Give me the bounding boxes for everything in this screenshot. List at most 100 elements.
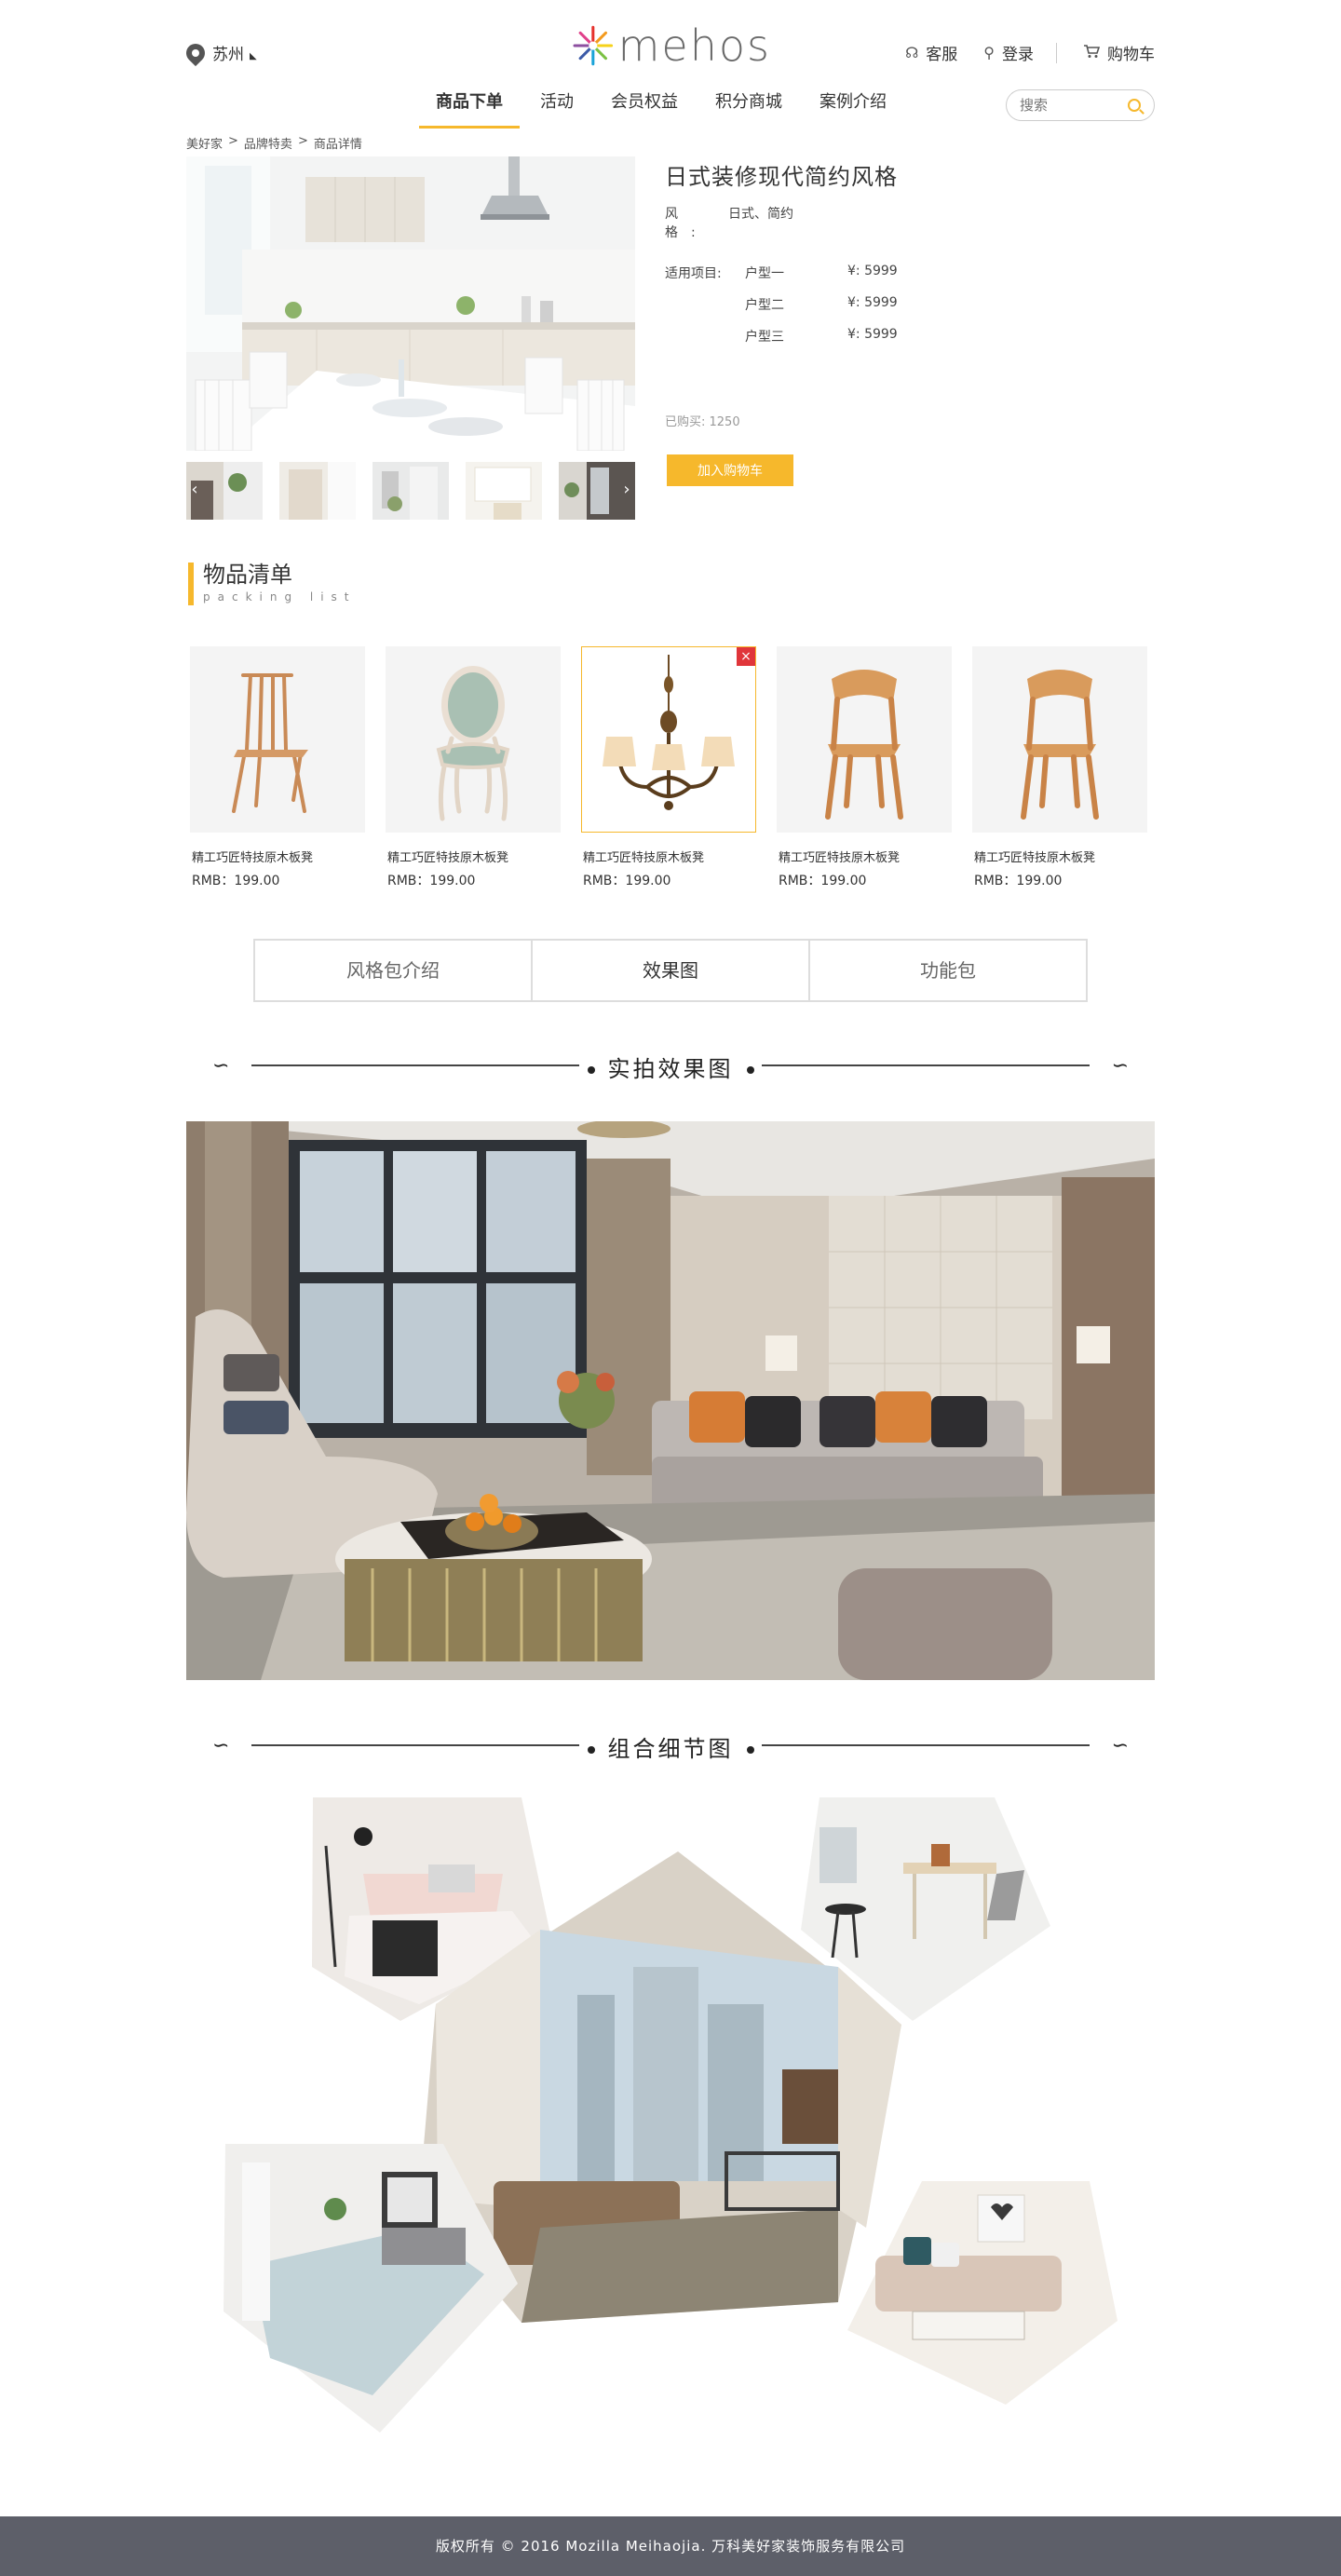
customer-service-label: 客服 xyxy=(926,46,958,64)
city-selector[interactable]: 苏州 ◣ xyxy=(182,39,257,66)
product-card[interactable]: 精工巧匠特技原木板凳 RMB：199.00 xyxy=(972,646,1147,889)
product-price: RMB：199.00 xyxy=(974,874,1063,888)
breadcrumb-current: 商品详情 xyxy=(313,138,362,152)
cart-label: 购物车 xyxy=(1107,46,1155,64)
product-image xyxy=(777,646,952,833)
divider xyxy=(1056,42,1057,63)
next-arrow-icon[interactable]: › xyxy=(620,479,633,501)
packing-list-title: 物品清单 xyxy=(203,562,292,588)
site-footer: 版权所有 © 2016 Mozilla Meihaojia. 万科美好家装饰服务… xyxy=(0,2516,1341,2576)
product-card[interactable]: 精工巧匠特技原木板凳 RMB：199.00 xyxy=(777,646,952,889)
top-links: ☊ 客服 ⚲ 登录 购物车 xyxy=(879,41,1155,64)
cart-link[interactable]: 购物车 xyxy=(1083,41,1155,64)
search-box xyxy=(1006,89,1155,121)
style-value: 日式、简约 xyxy=(728,207,793,222)
user-icon: ⚲ xyxy=(983,44,995,61)
site-header: 苏州 ◣ mehos ☊ 客服 ⚲ 登录 购物车 商品下单 活动 会员权益 积分… xyxy=(0,0,1341,130)
packing-list-heading: 物品清单 packing list xyxy=(188,563,357,605)
section-title-text: 实拍效果图 xyxy=(607,1056,734,1082)
product-name: 精工巧匠特技原木板凳 xyxy=(779,851,901,865)
packing-list-subtitle: packing list xyxy=(203,590,357,603)
prev-arrow-icon[interactable]: ‹ xyxy=(188,479,201,501)
nav-item-membership[interactable]: 会员权益 xyxy=(592,91,697,130)
section-divider: ∽ 实拍效果图 ∽ xyxy=(212,1047,1129,1084)
tab-style-intro[interactable]: 风格包介绍 xyxy=(255,941,533,1000)
breadcrumb-brand-sale[interactable]: 品牌特卖 xyxy=(244,134,292,152)
packing-list: 精工巧匠特技原木板凳 RMB：199.00 精工巧匠特技原木板凳 RMB：199… xyxy=(190,646,1147,889)
type-option[interactable]: 户型一 ¥: 5999 xyxy=(745,264,898,282)
product-info: 日式装修现代简约风格 风格: 日式、简约 适用项目: 户型一 ¥: 5999 户… xyxy=(665,158,1149,486)
thumbnail-2[interactable] xyxy=(279,462,356,520)
copyright-text: 版权所有 © 2016 Mozilla Meihaojia. 万科美好家装饰服务… xyxy=(435,2538,906,2555)
types-label: 适用项目: xyxy=(665,266,722,281)
login-label: 登录 xyxy=(1002,46,1034,64)
section-title: 组合细节图 xyxy=(212,1730,1129,1763)
divider-line xyxy=(762,1064,1090,1066)
nav-item-cases[interactable]: 案例介绍 xyxy=(801,91,905,130)
customer-service-link[interactable]: ☊ 客服 xyxy=(905,41,957,64)
sold-count: 已购买: 1250 xyxy=(665,415,740,429)
product-card[interactable]: 精工巧匠特技原木板凳 RMB：199.00 xyxy=(386,646,561,889)
type-name: 户型一 xyxy=(745,266,784,281)
flourish-right-icon: ∽ xyxy=(1111,1734,1129,1757)
main-product-image xyxy=(186,156,635,451)
product-name: 精工巧匠特技原木板凳 xyxy=(583,851,705,865)
brand-wordmark: mehos xyxy=(617,20,771,71)
caret-down-icon: ◣ xyxy=(250,51,257,61)
section-title-text: 组合细节图 xyxy=(607,1736,734,1762)
product-image xyxy=(972,646,1147,833)
product-title: 日式装修现代简约风格 xyxy=(665,164,898,190)
location-pin-icon xyxy=(182,39,210,66)
real-photo-image xyxy=(186,1121,1155,1680)
product-image xyxy=(386,646,561,833)
product-image xyxy=(190,646,365,833)
type-option[interactable]: 户型三 ¥: 5999 xyxy=(745,327,898,346)
type-price: ¥: 5999 xyxy=(847,327,898,342)
section-title: 实拍效果图 xyxy=(212,1051,1129,1083)
style-label: 风格: xyxy=(665,207,709,240)
headset-icon: ☊ xyxy=(905,44,919,61)
nav-item-points-mall[interactable]: 积分商城 xyxy=(697,91,801,130)
layout-types: 适用项目: 户型一 ¥: 5999 户型二 ¥: 5999 户型三 ¥: 599… xyxy=(665,264,1149,346)
search-input[interactable] xyxy=(1020,97,1113,114)
divider-line xyxy=(762,1744,1090,1746)
thumbnail-strip: ‹ › xyxy=(186,462,635,520)
thumbnail-5[interactable]: › xyxy=(559,462,635,520)
login-link[interactable]: ⚲ 登录 xyxy=(983,41,1034,64)
product-name: 精工巧匠特技原木板凳 xyxy=(192,851,314,865)
thumbnail-3[interactable] xyxy=(372,462,449,520)
breadcrumb-separator: > xyxy=(297,134,308,148)
type-price: ¥: 5999 xyxy=(847,264,898,278)
product-card[interactable]: × 精工巧匠特技原木板凳 RMB：199.00 xyxy=(581,646,756,889)
thumbnail-1[interactable]: ‹ xyxy=(186,462,263,520)
breadcrumb-home[interactable]: 美好家 xyxy=(186,134,223,152)
product-price: RMB：199.00 xyxy=(583,874,671,888)
search-icon[interactable] xyxy=(1128,99,1141,112)
add-to-cart-button[interactable]: 加入购物车 xyxy=(667,454,793,486)
brand-logo[interactable]: mehos xyxy=(572,17,771,75)
flourish-right-icon: ∽ xyxy=(1111,1054,1129,1078)
product-image: × xyxy=(581,646,756,833)
product-name: 精工巧匠特技原木板凳 xyxy=(387,851,509,865)
thumbnail-4[interactable] xyxy=(466,462,542,520)
type-name: 户型二 xyxy=(745,298,784,313)
product-price: RMB：199.00 xyxy=(779,874,867,888)
type-option[interactable]: 户型二 ¥: 5999 xyxy=(745,295,898,314)
product-card[interactable]: 精工巧匠特技原木板凳 RMB：199.00 xyxy=(190,646,365,889)
section-divider: ∽ 组合细节图 ∽ xyxy=(212,1727,1129,1764)
product-price: RMB：199.00 xyxy=(192,874,280,888)
content-tabs: 风格包介绍 效果图 功能包 xyxy=(253,939,1088,1002)
nav-item-order[interactable]: 商品下单 xyxy=(417,91,522,130)
tab-function-pack[interactable]: 功能包 xyxy=(810,941,1086,1000)
breadcrumb-separator: > xyxy=(228,134,238,148)
style-row: 风格: 日式、简约 xyxy=(665,204,1149,241)
breadcrumb: 美好家 > 品牌特卖 > 商品详情 xyxy=(186,134,362,152)
type-price: ¥: 5999 xyxy=(847,295,898,310)
main-nav: 商品下单 活动 会员权益 积分商城 案例介绍 xyxy=(417,91,905,130)
nav-item-events[interactable]: 活动 xyxy=(522,91,592,130)
collage-living-room-small xyxy=(847,2181,1118,2405)
tab-renderings[interactable]: 效果图 xyxy=(533,941,810,1000)
type-name: 户型三 xyxy=(745,330,784,345)
product-name: 精工巧匠特技原木板凳 xyxy=(974,851,1096,865)
remove-icon[interactable]: × xyxy=(737,647,755,666)
